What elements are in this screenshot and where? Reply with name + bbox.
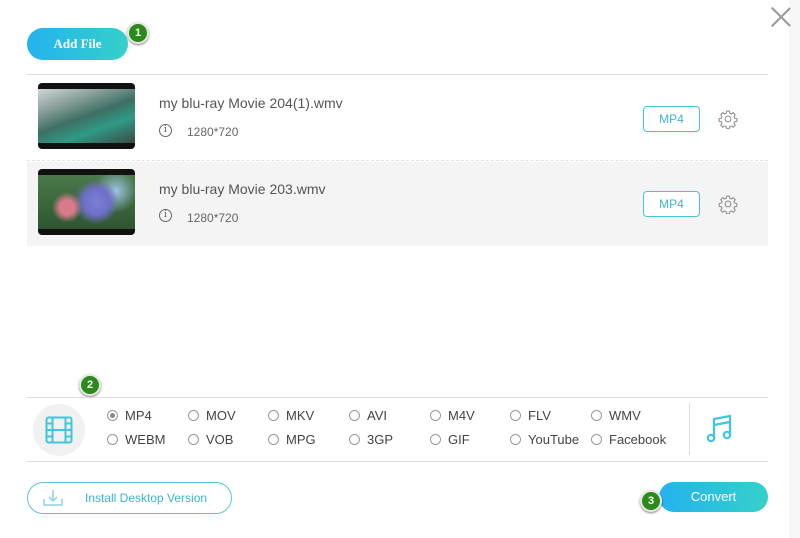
format-label: M4V <box>448 408 475 423</box>
file-resolution: 1280*720 <box>187 211 239 225</box>
format-option-facebook[interactable]: Facebook <box>591 432 666 447</box>
format-option-3gp[interactable]: 3GP <box>349 432 393 447</box>
radio-button[interactable] <box>430 434 441 445</box>
format-label: WEBM <box>125 432 166 447</box>
radio-button[interactable] <box>349 410 360 421</box>
gear-icon[interactable] <box>718 194 738 214</box>
install-label: Install Desktop Version <box>85 491 208 505</box>
divider-format-bottom <box>27 461 768 462</box>
format-option-vob[interactable]: VOB <box>188 432 233 447</box>
radio-button[interactable] <box>188 410 199 421</box>
radio-button[interactable] <box>188 434 199 445</box>
step-badge-1: 1 <box>127 22 149 44</box>
format-option-webm[interactable]: WEBM <box>107 432 165 447</box>
format-option-mkv[interactable]: MKV <box>268 408 314 423</box>
convert-button[interactable]: Convert <box>659 482 768 512</box>
format-option-mov[interactable]: MOV <box>188 408 236 423</box>
step-badge-2: 2 <box>79 374 101 396</box>
output-format-button[interactable]: MP4 <box>643 106 700 132</box>
divider-format-top <box>27 397 768 398</box>
install-desktop-button[interactable]: Install Desktop Version <box>27 482 232 514</box>
format-label: YouTube <box>528 432 580 447</box>
radio-button[interactable] <box>510 410 521 421</box>
format-label: GIF <box>448 432 470 447</box>
format-option-m4v[interactable]: M4V <box>430 408 475 423</box>
format-label: AVI <box>367 408 387 423</box>
format-option-mp4[interactable]: MP4 <box>107 408 152 423</box>
video-thumbnail <box>38 83 135 149</box>
file-resolution: 1280*720 <box>187 125 239 139</box>
file-row: my blu-ray Movie 204(1).wmv i 1280*720 M… <box>27 76 768 161</box>
format-option-flv[interactable]: FLV <box>510 408 551 423</box>
step-badge-3: 3 <box>640 490 662 512</box>
format-label: WMV <box>609 408 641 423</box>
format-label: MPG <box>286 432 316 447</box>
radio-button[interactable] <box>430 410 441 421</box>
add-file-button[interactable]: Add File <box>27 28 128 60</box>
output-format-button[interactable]: MP4 <box>643 191 700 217</box>
radio-button[interactable] <box>268 434 279 445</box>
format-label: MP4 <box>125 408 152 423</box>
gear-icon[interactable] <box>718 109 738 129</box>
radio-button[interactable] <box>107 434 118 445</box>
divider-top <box>27 74 768 75</box>
format-option-avi[interactable]: AVI <box>349 408 387 423</box>
format-divider <box>689 403 690 455</box>
info-icon[interactable]: i <box>159 124 172 137</box>
video-thumbnail <box>38 169 135 235</box>
radio-button[interactable] <box>349 434 360 445</box>
format-option-youtube[interactable]: YouTube <box>510 432 579 447</box>
radio-button[interactable] <box>591 410 602 421</box>
format-label: Facebook <box>609 432 667 447</box>
file-name: my blu-ray Movie 203.wmv <box>159 181 326 197</box>
format-label: MOV <box>206 408 236 423</box>
radio-button[interactable] <box>268 410 279 421</box>
radio-button[interactable] <box>107 410 118 421</box>
music-note-icon[interactable] <box>706 414 734 444</box>
format-label: MKV <box>286 408 315 423</box>
radio-button[interactable] <box>591 434 602 445</box>
format-option-wmv[interactable]: WMV <box>591 408 641 423</box>
file-name: my blu-ray Movie 204(1).wmv <box>159 95 343 111</box>
video-format-tab[interactable] <box>33 404 85 456</box>
format-option-mpg[interactable]: MPG <box>268 432 316 447</box>
info-icon[interactable]: i <box>159 209 172 222</box>
format-option-gif[interactable]: GIF <box>430 432 470 447</box>
close-icon[interactable] <box>770 6 792 28</box>
format-label: 3GP <box>367 432 394 447</box>
scrollbar-track[interactable] <box>789 0 800 538</box>
format-label: VOB <box>206 432 234 447</box>
format-label: FLV <box>528 408 551 423</box>
film-icon <box>45 416 73 444</box>
download-icon <box>43 490 63 506</box>
radio-button[interactable] <box>510 434 521 445</box>
file-row: my blu-ray Movie 203.wmv i 1280*720 MP4 <box>27 162 768 246</box>
